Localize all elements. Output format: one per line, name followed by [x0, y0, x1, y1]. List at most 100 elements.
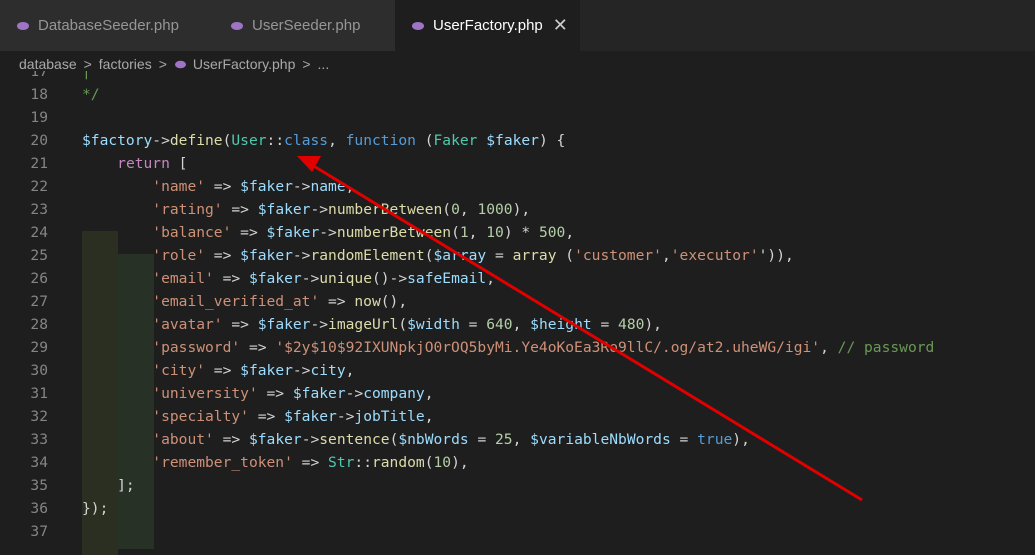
- code-token: 'remember_token': [152, 454, 293, 471]
- code-line[interactable]: 29 'password' => '$2y$10$92IXUNpkjO0rOQ5…: [0, 336, 1035, 359]
- line-number: 28: [30, 316, 48, 333]
- code-token: =: [591, 316, 619, 333]
- code-token: $width: [407, 316, 460, 333]
- code-line[interactable]: 28 'avatar' => $faker->imageUrl($width =…: [0, 313, 1035, 336]
- code-token: 'customer': [574, 247, 662, 264]
- breadcrumb-more[interactable]: ...: [318, 56, 330, 72]
- code-line[interactable]: 37: [0, 520, 1035, 543]
- tab-database-seeder[interactable]: DatabaseSeeder.php: [0, 0, 214, 51]
- code-token: $faker: [257, 316, 311, 333]
- breadcrumb-file[interactable]: UserFactory.php: [193, 56, 295, 72]
- php-elephant-icon: [174, 60, 186, 68]
- code-line[interactable]: 35 ];: [0, 474, 1035, 497]
- code-token: ->: [292, 178, 311, 195]
- line-number: 27: [30, 293, 48, 310]
- code-token: =: [459, 316, 487, 333]
- line-code: 'remember_token' => Str::random(10),: [82, 451, 468, 474]
- code-token: jobTitle: [354, 408, 425, 425]
- code-token: ,: [512, 431, 531, 448]
- code-token: ,: [424, 385, 434, 402]
- code-line[interactable]: 36});: [0, 497, 1035, 520]
- code-token: =>: [205, 362, 241, 379]
- code-token: unique: [319, 270, 372, 287]
- code-token: 'email': [152, 270, 214, 287]
- code-token: ->: [310, 316, 329, 333]
- code-token: ->: [319, 224, 337, 241]
- code-token: 10: [433, 454, 452, 471]
- code-line[interactable]: 23 'rating' => $faker->numberBetween(0, …: [0, 198, 1035, 221]
- code-line[interactable]: 34 'remember_token' => Str::random(10),: [0, 451, 1035, 474]
- code-line[interactable]: 19: [0, 106, 1035, 129]
- tab-label: UserSeeder.php: [252, 17, 361, 34]
- line-number: 29: [30, 339, 48, 356]
- line-code: 'about' => $faker->sentence($nbWords = 2…: [82, 428, 750, 451]
- code-line[interactable]: 26 'email' => $faker->unique()->safeEmai…: [0, 267, 1035, 290]
- code-token: 1: [459, 224, 469, 241]
- code-token: 'email_verified_at': [152, 293, 320, 310]
- code-token: $faker: [240, 362, 293, 379]
- code-token: $nbWords: [398, 431, 469, 448]
- code-token: =>: [240, 339, 276, 356]
- code-line[interactable]: 32 'specialty' => $faker->jobTitle,: [0, 405, 1035, 428]
- code-line[interactable]: 22 'name' => $faker->name,: [0, 175, 1035, 198]
- line-code: */: [82, 83, 100, 106]
- line-number: 22: [30, 178, 48, 195]
- tab-label: DatabaseSeeder.php: [38, 17, 179, 34]
- tab-user-seeder[interactable]: UserSeeder.php: [214, 0, 395, 51]
- code-token: 'about': [152, 431, 214, 448]
- line-number: 19: [30, 109, 48, 126]
- line-number: 21: [30, 155, 48, 172]
- code-token: $variableNbWords: [530, 431, 671, 448]
- code-token: ];: [82, 477, 135, 494]
- code-line[interactable]: 30 'city' => $faker->city,: [0, 359, 1035, 382]
- code-line[interactable]: 27 'email_verified_at' => now(),: [0, 290, 1035, 313]
- code-token: ) {: [538, 132, 566, 149]
- code-line[interactable]: 17 |: [0, 71, 1035, 83]
- code-token: // password: [837, 339, 935, 356]
- line-code: 'role' => $faker->randomElement($array =…: [82, 244, 794, 267]
- code-token: =>: [222, 316, 258, 333]
- line-number: 26: [30, 270, 48, 287]
- code-line[interactable]: 20 $factory->define (User::class, function…: [0, 129, 1035, 152]
- code-line[interactable]: 33 'about' => $faker->sentence($nbWords …: [0, 428, 1035, 451]
- code-token: class: [284, 132, 329, 149]
- code-token: $faker: [284, 408, 337, 425]
- tab-bar: DatabaseSeeder.php UserSeeder.php UserFa…: [0, 0, 1035, 51]
- code-line[interactable]: 25 'role' => $faker->randomElement($arra…: [0, 244, 1035, 267]
- code-token: 'rating': [152, 201, 223, 218]
- code-token: ->: [336, 408, 355, 425]
- code-line[interactable]: 18 */: [0, 83, 1035, 106]
- code-line[interactable]: 31 'university' => $faker->company,: [0, 382, 1035, 405]
- code-token: =>: [292, 454, 329, 471]
- code-line[interactable]: 21 return [: [0, 152, 1035, 175]
- code-token: (: [424, 247, 434, 264]
- close-icon[interactable]: ✕: [553, 15, 568, 36]
- code-token: ->: [301, 270, 320, 287]
- code-token: 640: [486, 316, 513, 333]
- code-token: 'password': [152, 339, 241, 356]
- code-token: ,: [468, 224, 487, 241]
- breadcrumb-factories[interactable]: factories: [99, 56, 152, 72]
- code-line[interactable]: 24 'balance' => $faker->numberBetween(1,…: [0, 221, 1035, 244]
- code-token: ,: [345, 178, 355, 195]
- line-code: 'rating' => $faker->numberBetween(0, 100…: [82, 198, 530, 221]
- line-number: 32: [30, 408, 48, 425]
- code-token: ,: [328, 132, 346, 149]
- code-token: (: [415, 132, 434, 149]
- line-number: 34: [30, 454, 48, 471]
- code-editor[interactable]: 17 | 18 */1920 $factory->define(User::class,…: [0, 71, 1035, 555]
- line-code: 'university' => $faker->company,: [82, 382, 434, 405]
- code-token: random: [371, 454, 425, 471]
- code-token: $height: [530, 316, 592, 333]
- breadcrumb-database[interactable]: database: [19, 56, 77, 72]
- tab-user-factory[interactable]: UserFactory.php ✕: [395, 0, 580, 51]
- code-token: ->: [292, 362, 311, 379]
- code-token: ,: [424, 408, 434, 425]
- code-token: $faker: [257, 201, 311, 218]
- code-token: ::: [266, 132, 285, 149]
- line-code: 'city' => $faker->city,: [82, 359, 354, 382]
